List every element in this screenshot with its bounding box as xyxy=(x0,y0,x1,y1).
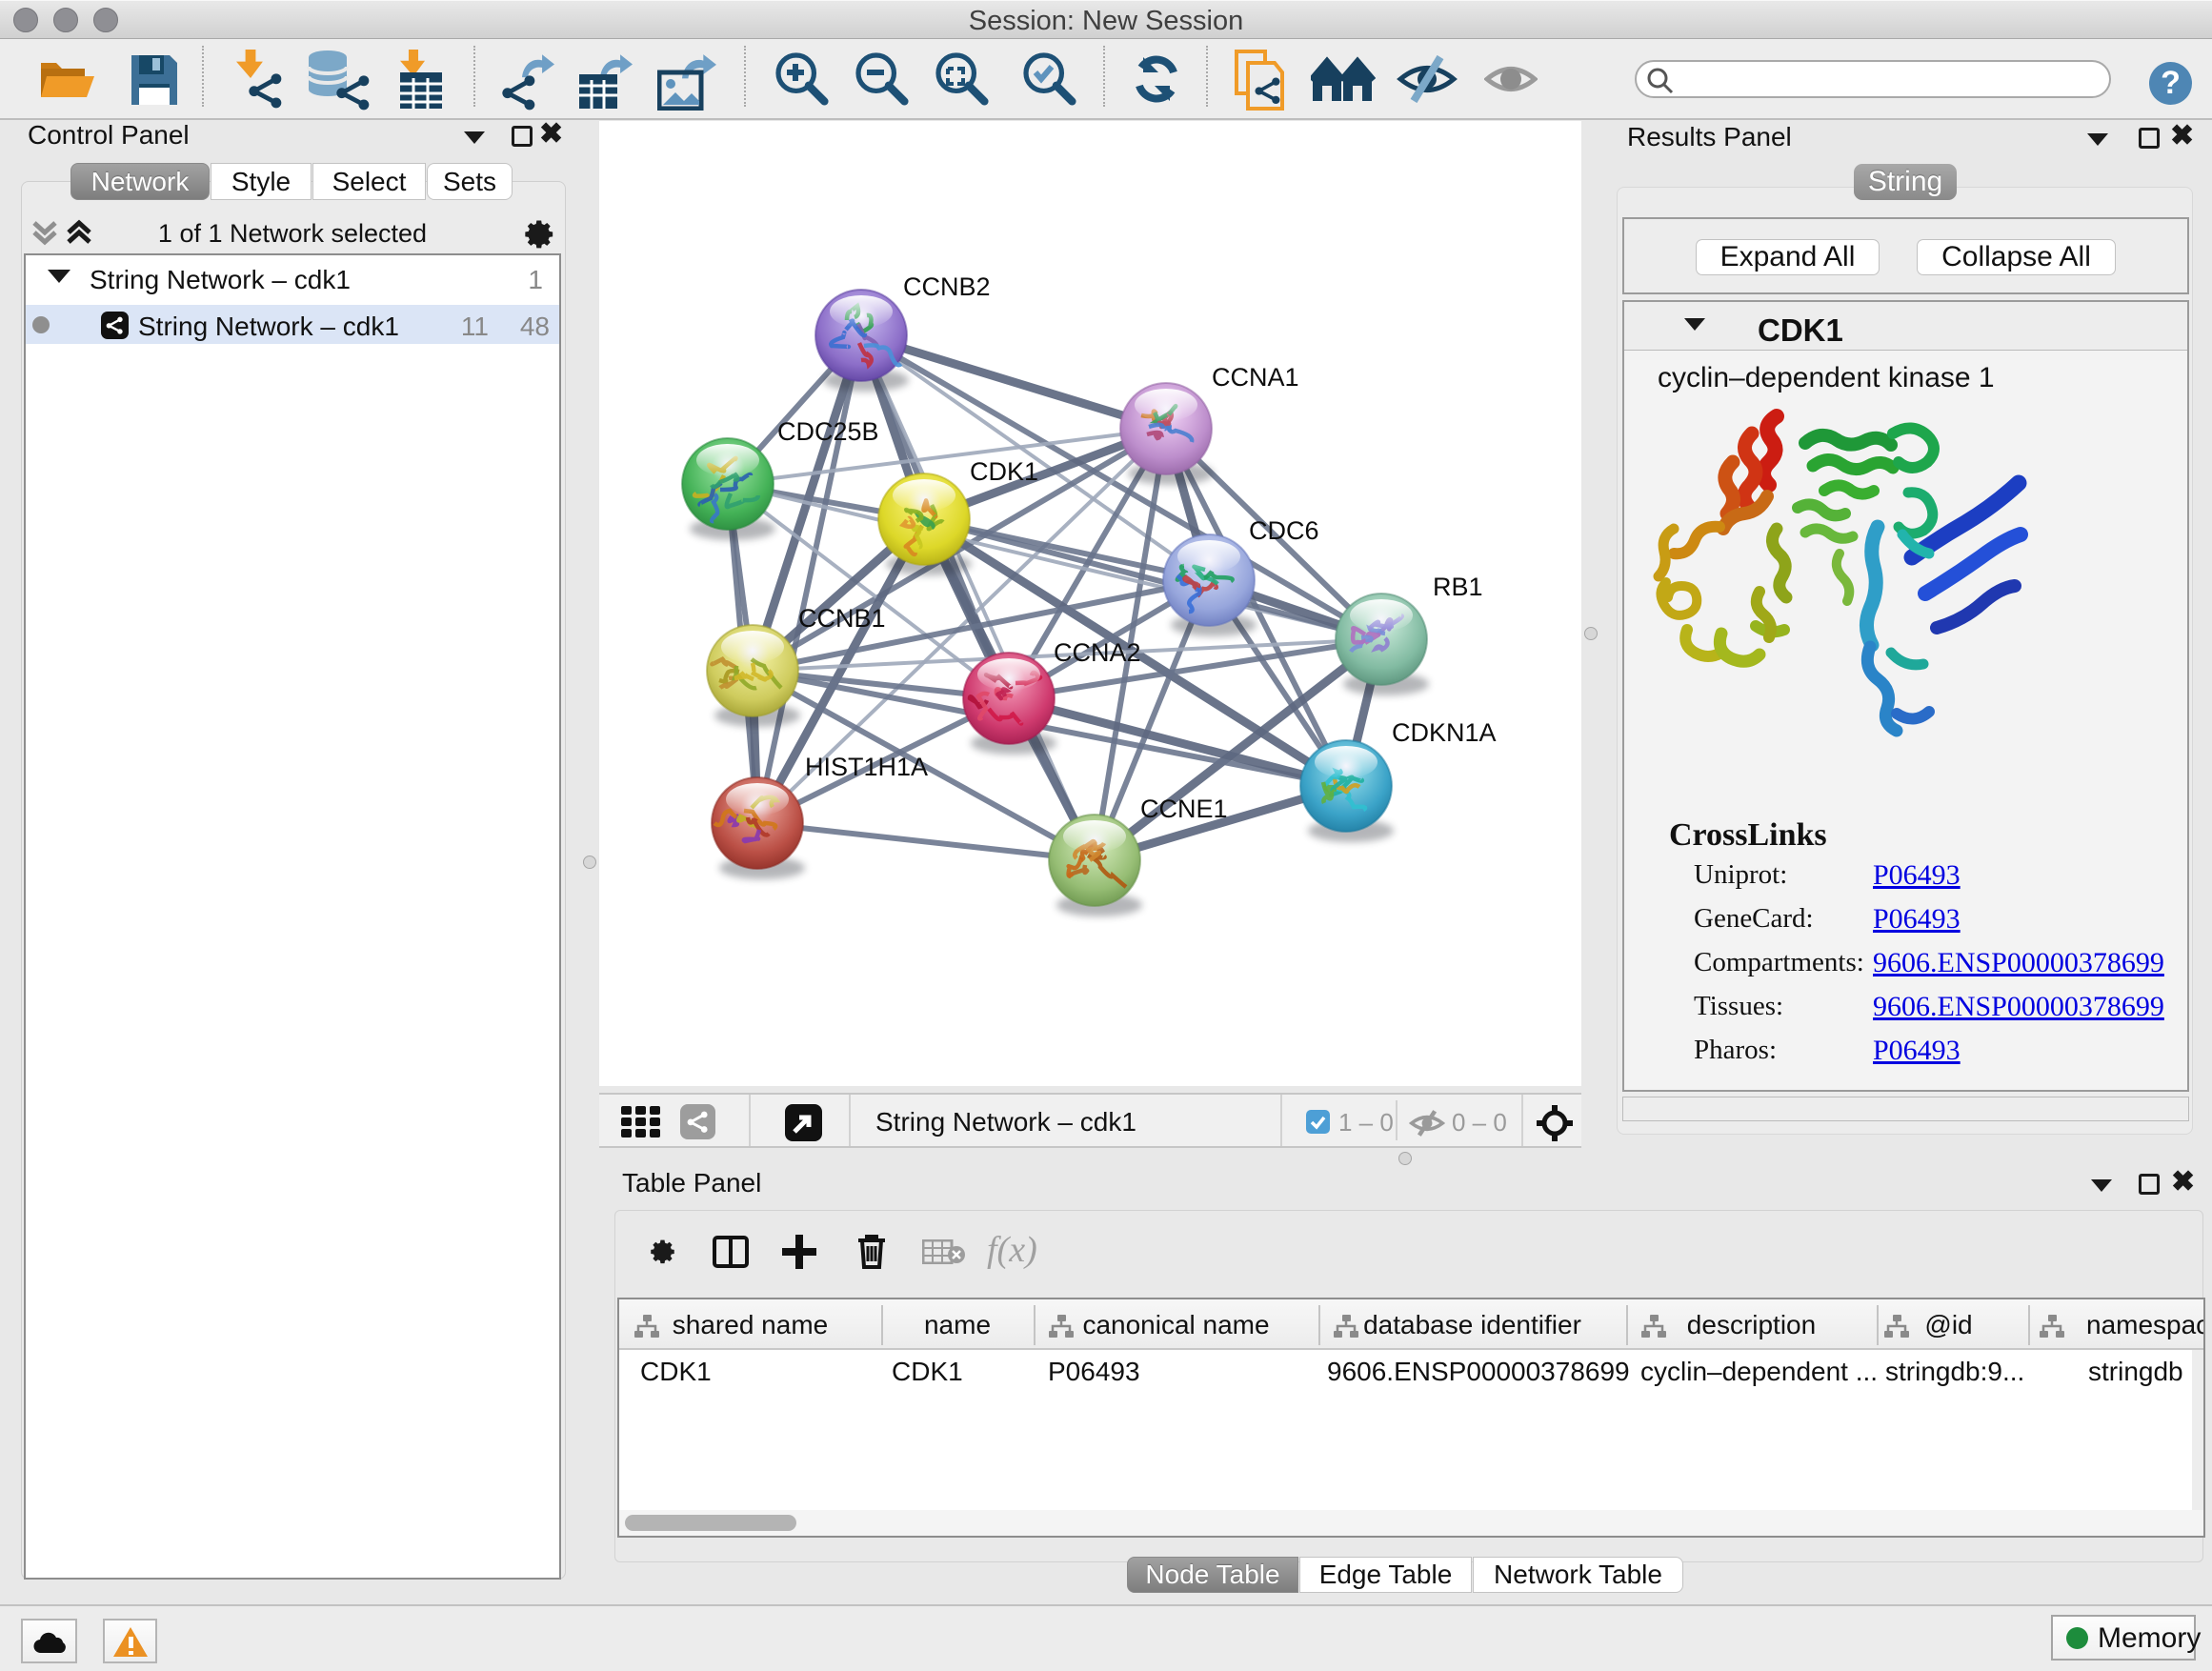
svg-text:CDC6: CDC6 xyxy=(1249,516,1319,545)
svg-text:CDC25B: CDC25B xyxy=(777,417,879,446)
svg-text:HIST1H1A: HIST1H1A xyxy=(805,753,928,781)
svg-text:CCNB2: CCNB2 xyxy=(903,272,991,301)
svg-text:CCNB1: CCNB1 xyxy=(798,604,886,633)
svg-text:RB1: RB1 xyxy=(1433,573,1483,601)
svg-text:CCNA1: CCNA1 xyxy=(1212,363,1299,392)
svg-text:CCNA2: CCNA2 xyxy=(1054,638,1141,667)
svg-text:CDKN1A: CDKN1A xyxy=(1392,718,1497,747)
svg-text:CCNE1: CCNE1 xyxy=(1140,795,1228,823)
svg-text:CDK1: CDK1 xyxy=(970,457,1038,486)
